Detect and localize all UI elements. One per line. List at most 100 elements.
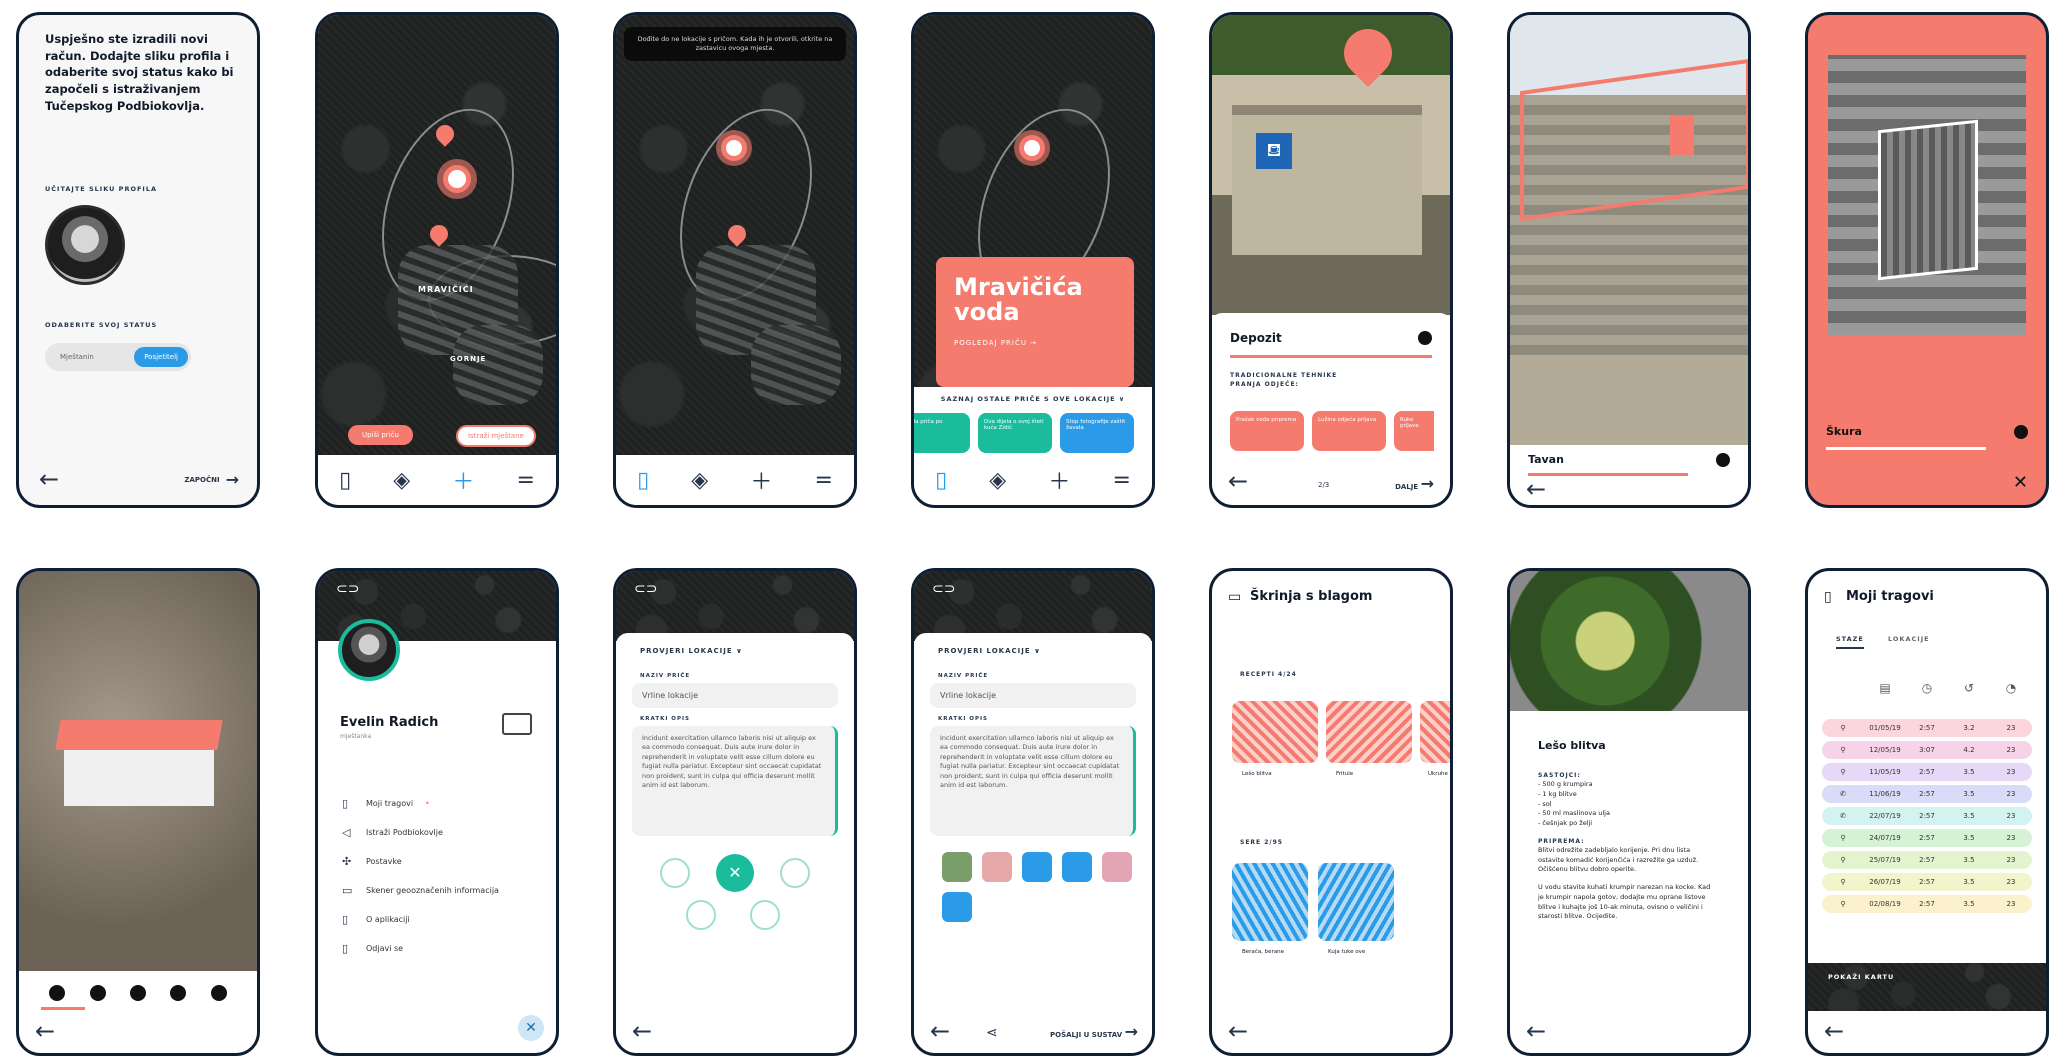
map-icon[interactable]: ▯: [339, 468, 351, 493]
profile-avatar[interactable]: [338, 619, 400, 681]
menu-item-scanner[interactable]: ▭ Skener geooznačenih informacija: [342, 884, 556, 897]
recipe-thumb[interactable]: [1232, 701, 1318, 763]
current-location-icon[interactable]: [721, 135, 747, 161]
story-button[interactable]: Upiši priču: [348, 425, 413, 445]
location-dropdown[interactable]: PROVJERI LOKACIJE ∨: [938, 647, 1152, 655]
add-icon[interactable]: ＋: [452, 464, 474, 496]
table-row[interactable]: ⚲ 01/05/19 2:57 3.2 23: [1822, 719, 2032, 737]
back-arrow-icon[interactable]: ←: [1526, 475, 1546, 503]
menu-icon[interactable]: =: [516, 468, 534, 493]
ar-pin-icon[interactable]: [1334, 19, 1402, 87]
menu-item-settings[interactable]: ✣ Postavke: [342, 855, 556, 868]
location-card[interactable]: Mravičića voda POGLEDAJ PRIČU →: [936, 257, 1134, 387]
story-description-input[interactable]: Incidunt exercitation ullamco laboris ni…: [930, 726, 1136, 836]
back-arrow-icon[interactable]: ←: [1824, 1017, 1844, 1045]
more-stories-toggle[interactable]: SAZNAJ OSTALE PRIČE S OVE LOKACIJE ∨: [914, 395, 1152, 403]
technique-card[interactable]: Ruke prljave: [1394, 411, 1434, 451]
send-button[interactable]: POŠALJI U SUSTAV →: [1050, 1022, 1138, 1041]
table-row[interactable]: ⚲ 25/07/19 2:57 3.5 23: [1822, 851, 2032, 869]
media-thumb[interactable]: [1062, 852, 1092, 882]
story-title-input[interactable]: Vrline lokacije: [930, 683, 1136, 708]
microphone-icon[interactable]: [750, 900, 780, 930]
table-row[interactable]: ⚲ 24/07/19 2:57 3.5 23: [1822, 829, 2032, 847]
ar-marker[interactable]: [1670, 115, 1694, 155]
menu-item-explore[interactable]: ◁ Istraži Podbiokovlje: [342, 826, 556, 839]
menu-item-about[interactable]: ▯ O aplikaciji: [342, 913, 556, 926]
story-title-input[interactable]: Vrline lokacije: [632, 683, 838, 708]
map-icon[interactable]: ▯: [637, 468, 649, 493]
back-arrow-icon[interactable]: ←: [35, 1017, 55, 1045]
location-dropdown[interactable]: PROVJERI LOKACIJE ∨: [640, 647, 854, 655]
media-thumb[interactable]: [942, 852, 972, 882]
show-map-strip[interactable]: POKAŽI KARTU: [1808, 963, 2046, 1011]
media-thumb[interactable]: [942, 892, 972, 922]
back-arrow-icon[interactable]: ←: [39, 465, 59, 493]
house-model[interactable]: [55, 720, 223, 806]
satellite-map[interactable]: Dođite do ne lokacije s pričom. Kada ih …: [616, 15, 854, 461]
menu-item-logout[interactable]: ▯ Odjavi se: [342, 942, 556, 955]
technique-card[interactable]: Prašak voda priprema: [1230, 411, 1304, 451]
start-button[interactable]: ZAPOČNI →: [184, 470, 239, 489]
back-arrow-icon[interactable]: ←: [1228, 1017, 1248, 1045]
close-dot-icon[interactable]: [1418, 331, 1432, 345]
forward-arrow-icon: →: [225, 470, 239, 489]
menu-icon[interactable]: =: [1112, 468, 1130, 493]
story-chip[interactable]: Cruda priča po: [914, 413, 970, 453]
satellite-map[interactable]: MRAVIČIĆI GORNJE Upiši priču Istraži mje…: [318, 15, 556, 461]
story-chip[interactable]: Dva dijela o ovoj šteti kuća Zidić: [978, 413, 1052, 453]
menu-icon[interactable]: =: [814, 468, 832, 493]
table-row[interactable]: ✆ 22/07/19 2:57 3.5 23: [1822, 807, 2032, 825]
close-dot-icon[interactable]: [2014, 425, 2028, 439]
menu-item-tracks[interactable]: ▯ Moji tragovi •: [342, 797, 556, 810]
next-button[interactable]: DALJE →: [1395, 474, 1434, 493]
table-row[interactable]: ⚲ 12/05/19 3:07 4.2 23: [1822, 741, 2032, 759]
layers-icon[interactable]: ◈: [393, 468, 410, 493]
photo-thumb[interactable]: [1318, 863, 1394, 941]
story-chip[interactable]: Stop fotografije zaštit žavala: [1060, 413, 1134, 453]
table-row[interactable]: ⚲ 02/08/19 2:57 3.5 23: [1822, 895, 2032, 913]
recipe-body: SASTOJCI: - 500 g krumpira - 1 kg blitve…: [1538, 772, 1711, 921]
add-icon[interactable]: ＋: [750, 464, 772, 496]
layers-icon[interactable]: ◈: [691, 468, 708, 493]
tab-locations[interactable]: LOKACIJE: [1888, 635, 1930, 643]
media-thumb[interactable]: [1022, 852, 1052, 882]
current-location-icon[interactable]: [443, 165, 471, 193]
recipe-thumb[interactable]: [1420, 701, 1450, 763]
back-arrow-icon[interactable]: ←: [632, 1017, 652, 1045]
table-row[interactable]: ✆ 11/06/19 2:57 3.5 23: [1822, 785, 2032, 803]
map-icon[interactable]: ▯: [935, 468, 947, 493]
sheet-title: Depozit: [1230, 331, 1282, 345]
current-location-icon[interactable]: [1019, 135, 1045, 161]
table-row[interactable]: ⚲ 11/05/19 2:57 3.5 23: [1822, 763, 2032, 781]
media-thumb[interactable]: [982, 852, 1012, 882]
back-arrow-icon[interactable]: ←: [1228, 467, 1248, 495]
status-toggle[interactable]: Mještanin Posjetitelj: [45, 343, 191, 371]
explore-button[interactable]: Istraži mještane: [456, 425, 536, 447]
id-card-icon[interactable]: [502, 713, 532, 735]
layers-icon[interactable]: ◈: [989, 468, 1006, 493]
status-option-visitor[interactable]: Posjetitelj: [134, 347, 188, 367]
photo-thumb[interactable]: [1232, 863, 1308, 941]
close-button[interactable]: ✕: [518, 1015, 544, 1041]
tab-trails[interactable]: STAZE: [1836, 635, 1864, 649]
back-arrow-icon[interactable]: ←: [1526, 1017, 1546, 1045]
image-icon[interactable]: [780, 858, 810, 888]
video-icon[interactable]: [686, 900, 716, 930]
recipe-thumb[interactable]: [1326, 701, 1412, 763]
add-icon[interactable]: ＋: [1048, 464, 1070, 496]
pagination-dots[interactable]: [37, 985, 239, 1001]
back-arrow-icon[interactable]: ←: [930, 1017, 950, 1045]
view-story-link[interactable]: POGLEDAJ PRIČU →: [954, 339, 1116, 347]
avatar-upload[interactable]: [45, 205, 125, 285]
technique-card[interactable]: Lužina odjeća prljava: [1312, 411, 1386, 451]
close-icon[interactable]: ✕: [2013, 472, 2028, 493]
cancel-icon[interactable]: ✕: [716, 854, 754, 892]
shutter-image[interactable]: [1878, 119, 1978, 281]
status-option-local[interactable]: Mještanin: [48, 353, 94, 361]
close-dot-icon[interactable]: [1716, 453, 1730, 467]
share-icon[interactable]: ⋖: [986, 1025, 998, 1041]
story-description-input[interactable]: Incidunt exercitation ullamco laboris ni…: [632, 726, 838, 836]
table-row[interactable]: ⚲ 26/07/19 2:57 3.5 23: [1822, 873, 2032, 891]
camera-icon[interactable]: [660, 858, 690, 888]
media-thumb[interactable]: [1102, 852, 1132, 882]
